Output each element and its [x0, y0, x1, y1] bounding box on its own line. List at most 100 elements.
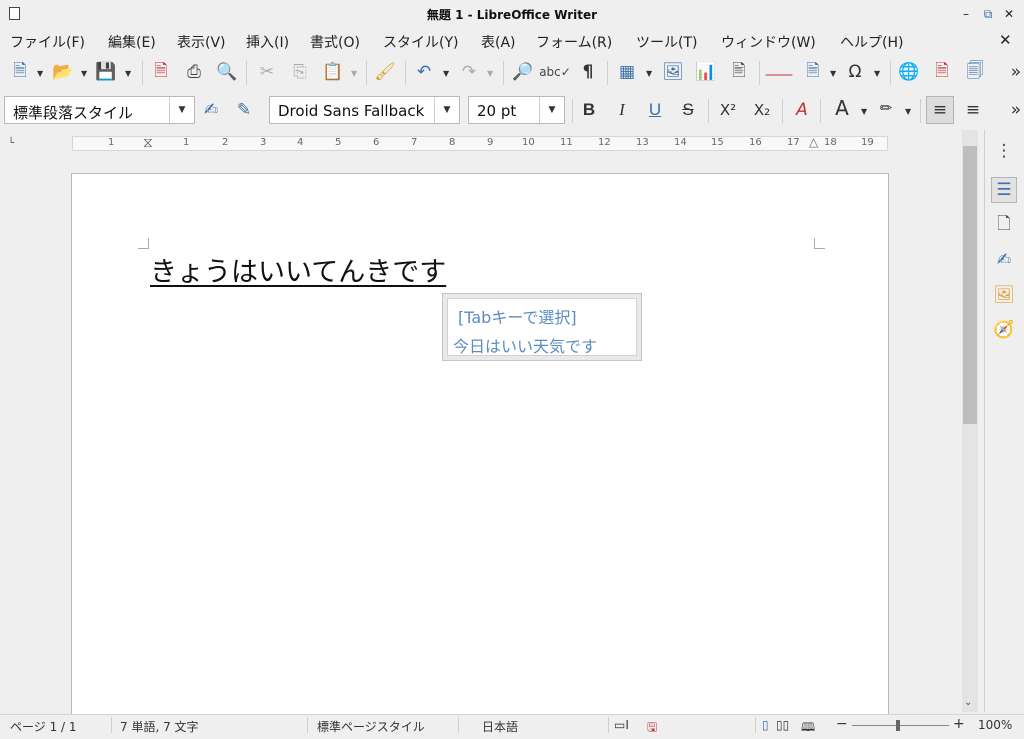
new-style-icon[interactable]: ✎: [232, 98, 256, 122]
chevron-down-icon[interactable]: ▼: [169, 97, 194, 123]
ruler-tab-icon[interactable]: └: [8, 138, 14, 149]
language[interactable]: 日本語: [482, 718, 518, 735]
menu-help[interactable]: ヘルプ(H): [840, 32, 903, 52]
insert-table-icon[interactable]: ▦: [615, 60, 639, 84]
chevron-down-icon[interactable]: ▼: [434, 97, 459, 123]
insert-comment-icon[interactable]: 🗐: [963, 60, 987, 84]
chevron-down-icon[interactable]: ▼: [125, 69, 131, 78]
gallery-icon[interactable]: 🖼: [991, 282, 1017, 308]
chevron-down-icon[interactable]: ▼: [861, 107, 867, 116]
spelling-icon[interactable]: abc✓: [539, 60, 571, 84]
styles-icon[interactable]: ✍: [991, 247, 1017, 273]
menu-styles[interactable]: スタイル(Y): [383, 32, 458, 52]
insert-image-icon[interactable]: 🖼: [661, 60, 685, 84]
footnote-icon[interactable]: 🗎: [930, 60, 954, 84]
zoom-in-icon[interactable]: +: [953, 716, 965, 732]
redo-icon[interactable]: ↷: [457, 60, 481, 84]
right-indent-marker-icon[interactable]: △: [809, 135, 818, 149]
menu-edit[interactable]: 編集(E): [108, 32, 156, 52]
menu-view[interactable]: 表示(V): [177, 32, 226, 52]
menu-file[interactable]: ファイル(F): [10, 32, 85, 52]
chevron-down-icon[interactable]: ▼: [81, 69, 87, 78]
restore-icon[interactable]: ⧉: [980, 6, 996, 22]
chevron-down-icon[interactable]: ▼: [539, 97, 564, 123]
undo-icon[interactable]: ↶: [412, 60, 436, 84]
print-preview-icon[interactable]: 🔍: [215, 60, 239, 84]
menu-format[interactable]: 書式(O): [310, 32, 360, 52]
page-icon[interactable]: 🗋: [991, 212, 1017, 238]
highlight-color-icon[interactable]: ✏: [874, 96, 898, 120]
single-page-view-icon[interactable]: ▯: [762, 718, 769, 732]
open-folder-icon[interactable]: 📂: [51, 60, 75, 84]
page-style[interactable]: 標準ページスタイル: [317, 718, 425, 735]
export-pdf-icon[interactable]: 🗎: [149, 60, 173, 84]
bold-button[interactable]: B: [577, 98, 601, 122]
superscript-button[interactable]: X²: [716, 98, 740, 122]
navigator-icon[interactable]: 🧭: [991, 317, 1017, 343]
zoom-slider-thumb[interactable]: [896, 720, 900, 731]
document-text[interactable]: きょうはいいてんきです: [150, 250, 446, 289]
properties-icon[interactable]: ☰: [991, 177, 1017, 203]
ruler-number: 15: [711, 137, 724, 148]
find-replace-icon[interactable]: 🔎: [511, 60, 535, 84]
paragraph-style-select[interactable]: 標準段落スタイル ▼: [4, 96, 195, 124]
menu-window[interactable]: ウィンドウ(W): [721, 32, 816, 52]
formatting-marks-icon[interactable]: ¶: [576, 60, 600, 84]
insert-field-icon[interactable]: 🗎: [801, 60, 825, 84]
zoom-slider[interactable]: [852, 725, 949, 726]
underline-button[interactable]: U: [643, 98, 667, 122]
more-options-icon[interactable]: »: [1004, 60, 1024, 84]
zoom-out-icon[interactable]: −: [836, 716, 848, 732]
chevron-down-icon[interactable]: ▼: [487, 69, 493, 78]
chevron-down-icon[interactable]: ▼: [646, 69, 652, 78]
page-break-icon[interactable]: ⸺: [765, 60, 794, 85]
chevron-down-icon[interactable]: ▼: [37, 69, 43, 78]
insert-chart-icon[interactable]: 📊: [694, 60, 718, 84]
minimize-icon[interactable]: –: [958, 6, 974, 22]
italic-button[interactable]: I: [610, 98, 634, 122]
chevron-down-icon[interactable]: ▼: [443, 69, 449, 78]
update-style-icon[interactable]: ✍: [199, 98, 223, 122]
cut-icon[interactable]: ✂: [255, 60, 279, 84]
menu-insert[interactable]: 挿入(I): [246, 32, 289, 52]
page-number[interactable]: ページ 1 / 1: [10, 718, 77, 735]
autocomplete-popup[interactable]: [Tabキーで選択] 今日はいい天気です: [442, 293, 642, 361]
font-size-select[interactable]: 20 pt ▼: [468, 96, 565, 124]
multi-page-view-icon[interactable]: ▯▯: [776, 718, 789, 732]
align-center-icon[interactable]: ≡: [961, 98, 985, 122]
scrollbar-thumb[interactable]: [963, 146, 977, 424]
word-count[interactable]: 7 単語, 7 文字: [120, 718, 199, 735]
more-options-icon[interactable]: »: [1004, 98, 1024, 122]
menu-table[interactable]: 表(A): [481, 32, 516, 52]
scroll-down-icon[interactable]: ⌄: [964, 697, 972, 708]
copy-icon[interactable]: ⎘: [288, 60, 312, 84]
new-document-icon[interactable]: 🗎: [8, 60, 32, 84]
close-document-icon[interactable]: ✕: [999, 31, 1012, 49]
indent-marker-icon[interactable]: ⧖: [143, 135, 153, 151]
autocomplete-suggestion[interactable]: 今日はいい天気です: [453, 333, 597, 357]
insert-textbox-icon[interactable]: 🖹: [727, 60, 751, 84]
font-name-select[interactable]: Droid Sans Fallback ▼: [269, 96, 460, 124]
subscript-button[interactable]: X₂: [750, 98, 774, 122]
chevron-down-icon[interactable]: ▼: [351, 69, 357, 78]
selection-mode-icon[interactable]: ▭I: [614, 718, 629, 732]
special-character-icon[interactable]: Ω: [843, 60, 867, 84]
zoom-level[interactable]: 100%: [978, 718, 1012, 732]
save-icon[interactable]: 💾: [94, 60, 118, 84]
paste-icon[interactable]: 📋: [321, 60, 345, 84]
font-color-icon[interactable]: A: [830, 96, 854, 120]
sidebar-menu-icon[interactable]: ⋮: [991, 138, 1017, 164]
horizontal-ruler[interactable]: 1 ⧖ 1 2 3 4 5 6 7 8 9 10 11 12 13 14 15 …: [72, 135, 888, 151]
chevron-down-icon[interactable]: ▼: [905, 107, 911, 116]
align-left-icon[interactable]: ≡: [926, 96, 954, 124]
close-icon[interactable]: ✕: [1001, 6, 1017, 22]
menu-tools[interactable]: ツール(T): [636, 32, 697, 52]
menu-form[interactable]: フォーム(R): [536, 32, 612, 52]
chevron-down-icon[interactable]: ▼: [830, 69, 836, 78]
hyperlink-icon[interactable]: 🌐: [897, 60, 921, 84]
chevron-down-icon[interactable]: ▼: [874, 69, 880, 78]
clone-formatting-icon[interactable]: 🖌: [373, 60, 397, 84]
print-icon[interactable]: ⎙: [182, 60, 206, 84]
clear-formatting-icon[interactable]: A: [790, 98, 814, 122]
strikethrough-button[interactable]: S: [676, 98, 700, 122]
